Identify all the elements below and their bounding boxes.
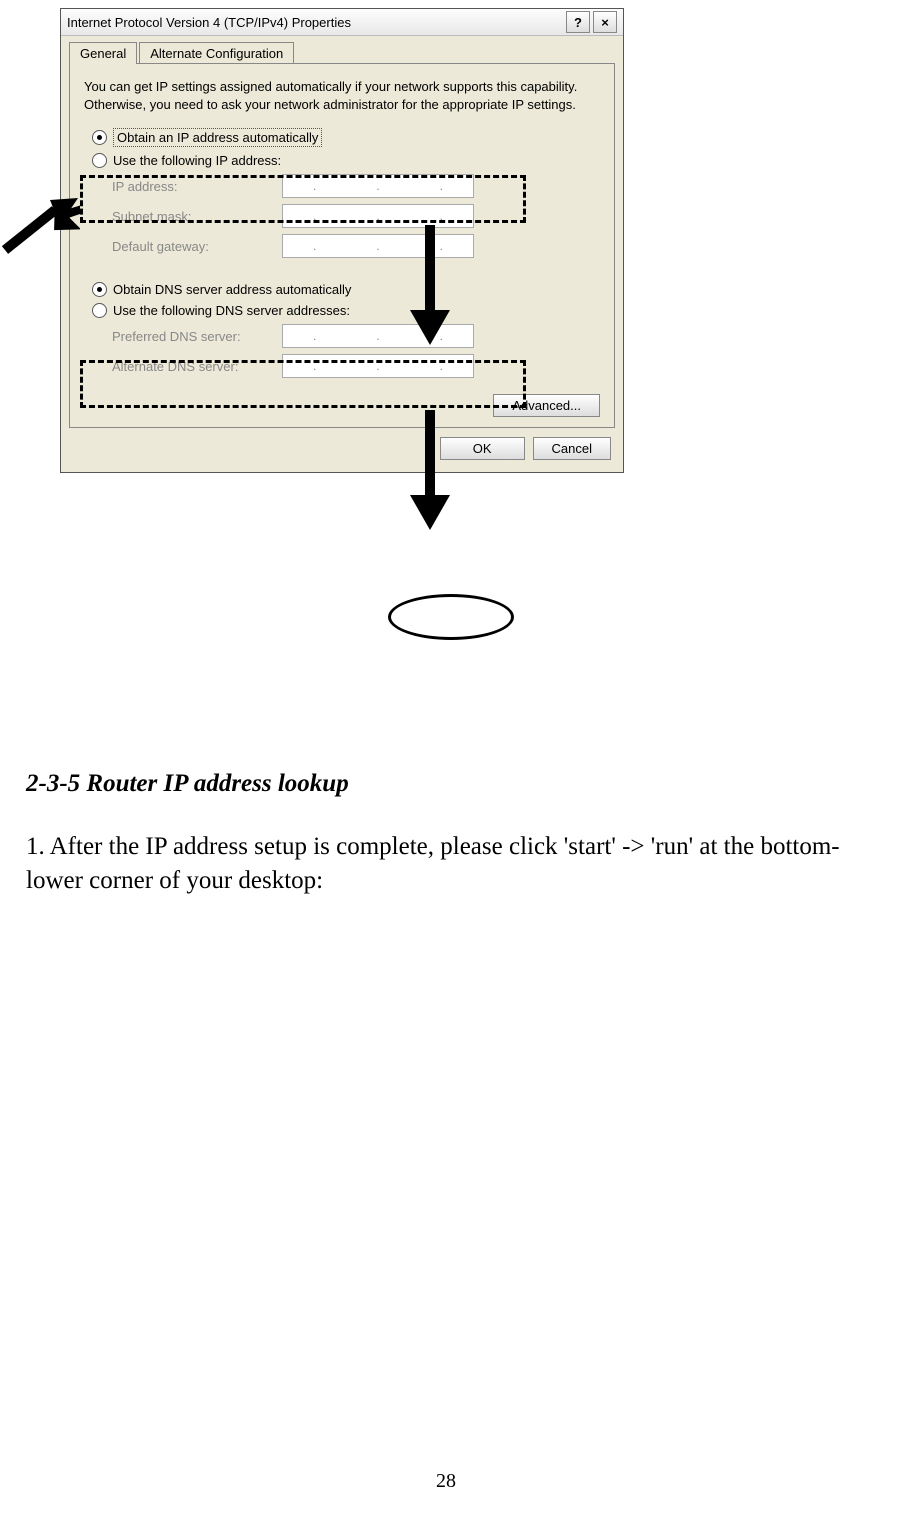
- dialog-buttons: OK Cancel: [61, 437, 611, 460]
- tab-general[interactable]: General: [69, 42, 137, 64]
- advanced-button[interactable]: Advanced...: [493, 394, 600, 417]
- radio-ip-auto-label: Obtain an IP address automatically: [113, 128, 322, 147]
- ip-address-input[interactable]: ...: [282, 174, 474, 198]
- field-default-gateway: Default gateway: ...: [112, 234, 600, 258]
- radio-icon: [92, 130, 107, 145]
- ok-button[interactable]: OK: [440, 437, 525, 460]
- preferred-dns-input[interactable]: ...: [282, 324, 474, 348]
- field-subnet-mask: Subnet mask: ...: [112, 204, 600, 228]
- tcpip-properties-dialog: Internet Protocol Version 4 (TCP/IPv4) P…: [60, 8, 624, 473]
- page-number: 28: [436, 1470, 456, 1493]
- alternate-dns-label: Alternate DNS server:: [112, 359, 282, 374]
- description-text: You can get IP settings assigned automat…: [84, 78, 600, 114]
- field-alternate-dns: Alternate DNS server: ...: [112, 354, 600, 378]
- default-gateway-input[interactable]: ...: [282, 234, 474, 258]
- radio-dns-manual[interactable]: Use the following DNS server addresses:: [92, 303, 600, 318]
- ip-address-label: IP address:: [112, 179, 282, 194]
- tab-content: You can get IP settings assigned automat…: [69, 63, 615, 428]
- body-paragraph: 1. After the IP address setup is complet…: [26, 830, 886, 898]
- subnet-mask-input[interactable]: ...: [282, 204, 474, 228]
- field-ip-address: IP address: ...: [112, 174, 600, 198]
- subnet-mask-label: Subnet mask:: [112, 209, 282, 224]
- alternate-dns-input[interactable]: ...: [282, 354, 474, 378]
- dialog-title: Internet Protocol Version 4 (TCP/IPv4) P…: [67, 15, 563, 30]
- preferred-dns-label: Preferred DNS server:: [112, 329, 282, 344]
- radio-dns-auto[interactable]: Obtain DNS server address automatically: [92, 282, 600, 297]
- field-preferred-dns: Preferred DNS server: ...: [112, 324, 600, 348]
- help-button[interactable]: ?: [566, 11, 590, 33]
- default-gateway-label: Default gateway:: [112, 239, 282, 254]
- radio-dns-manual-label: Use the following DNS server addresses:: [113, 303, 350, 318]
- titlebar: Internet Protocol Version 4 (TCP/IPv4) P…: [61, 9, 623, 36]
- cancel-button[interactable]: Cancel: [533, 437, 611, 460]
- radio-dns-auto-label: Obtain DNS server address automatically: [113, 282, 351, 297]
- tab-alternate[interactable]: Alternate Configuration: [139, 42, 294, 64]
- radio-icon: [92, 153, 107, 168]
- close-button[interactable]: ×: [593, 11, 617, 33]
- radio-ip-manual-label: Use the following IP address:: [113, 153, 281, 168]
- tab-row: General Alternate Configuration: [69, 42, 615, 64]
- section-heading: 2-3-5 Router IP address lookup: [26, 770, 349, 798]
- radio-icon: [92, 282, 107, 297]
- radio-ip-auto[interactable]: Obtain an IP address automatically: [92, 128, 600, 147]
- radio-icon: [92, 303, 107, 318]
- radio-ip-manual[interactable]: Use the following IP address:: [92, 153, 600, 168]
- annotation-ok-ellipse: [388, 594, 514, 640]
